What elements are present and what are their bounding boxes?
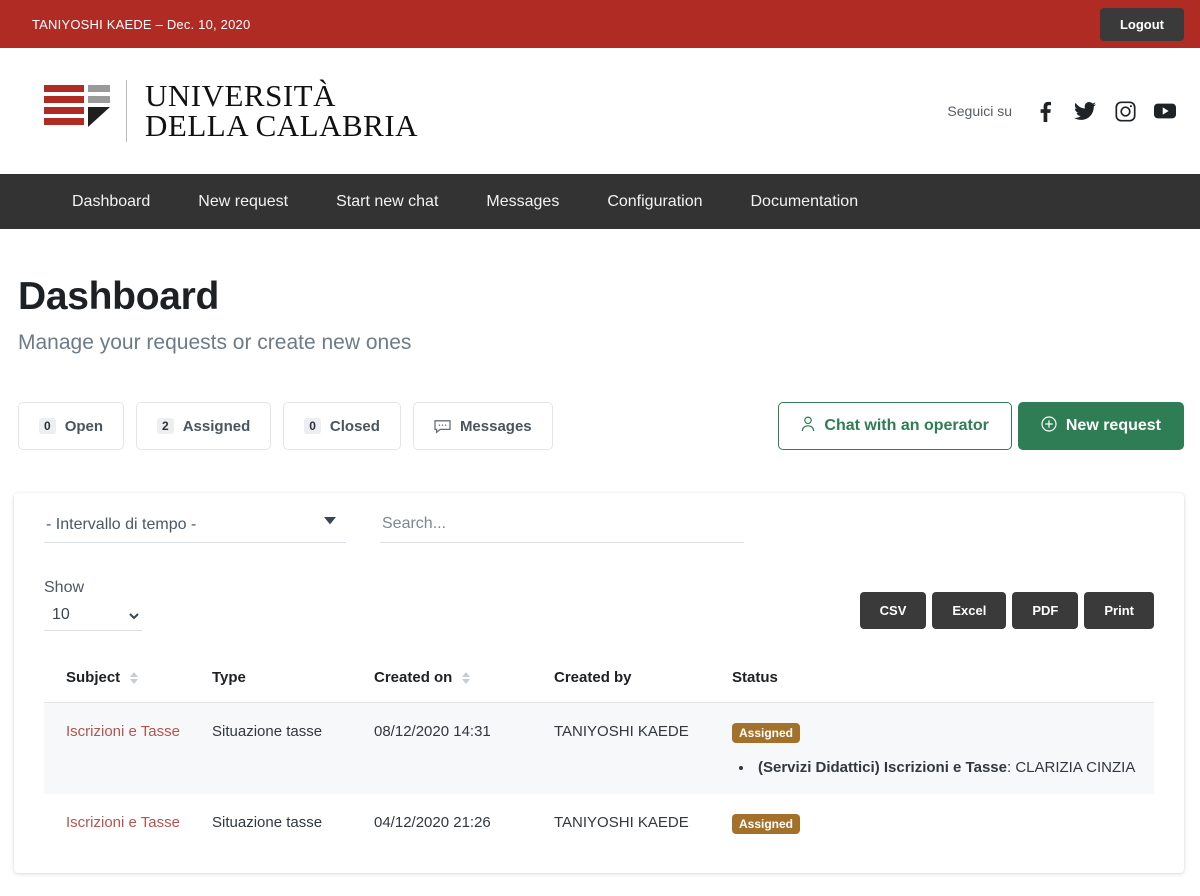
top-bar: TANIYOSHI KAEDE – Dec. 10, 2020 Logout [0,0,1200,48]
logout-button[interactable]: Logout [1099,8,1184,41]
nav-item-start-new-chat[interactable]: Start new chat [312,174,462,229]
export-excel-button[interactable]: Excel [932,592,1007,629]
facebook-icon[interactable] [1034,100,1056,122]
unical-mark-icon [44,85,110,127]
requests-table: Subject Type Created on Created by Statu… [44,655,1154,852]
export-csv-button[interactable]: CSV [859,592,927,629]
nav-item-new-request[interactable]: New request [174,174,312,229]
table-filter-row: - Intervallo di tempo - [44,515,1154,543]
page-title: Dashboard [18,275,220,318]
time-range-select-wrap: - Intervallo di tempo - [44,516,346,543]
primary-actions: Chat with an operator New request [778,402,1184,450]
main-navigation: Dashboard New request Start new chat Mes… [0,174,1200,229]
column-header-created-by-label: Created by [554,669,632,686]
chat-bubble-icon [434,419,451,434]
column-header-created-on[interactable]: Created on [374,655,554,703]
brand-wordmark: UNIVERSITÀ DELLA CALABRIA [145,77,419,143]
status-badge: Assigned [732,723,801,743]
export-button-group: CSV Excel PDF Print [859,592,1154,629]
cell-created-on: 04/12/2020 21:26 [374,814,491,831]
requests-table-body: Iscrizioni e Tasse Situazione tasse 08/1… [44,702,1154,853]
requests-card: - Intervallo di tempo - Show 10 CSV Exce… [14,493,1184,873]
plus-circle-icon [1041,415,1057,437]
column-header-status-label: Status [732,669,778,686]
table-header-row: Subject Type Created on Created by Statu… [44,655,1154,703]
request-subject-link[interactable]: Iscrizioni e Tasse [66,814,180,831]
brand-line-1: UNIVERSITÀ [145,77,336,113]
assignee-name: : CLARIZIA CINZIA [1006,759,1136,776]
status-filter-closed-label: Closed [329,417,380,435]
cell-type: Situazione tasse [212,702,374,794]
brand-divider [126,80,127,142]
status-filter-open[interactable]: 0 Open [18,402,125,450]
requests-table-head: Subject Type Created on Created by Statu… [44,655,1154,703]
table-controls-row: Show 10 CSV Excel PDF Print [44,579,1154,631]
closed-count-badge: 0 [304,418,321,434]
cell-subject: Iscrizioni e Tasse [44,794,212,852]
university-logo[interactable]: UNIVERSITÀ DELLA CALABRIA [44,80,418,142]
column-header-subject-label: Subject [66,669,121,686]
request-subject-link[interactable]: Iscrizioni e Tasse [66,723,180,740]
cell-created-by: TANIYOSHI KAEDE [554,814,689,831]
status-filter-messages-label: Messages [459,417,532,435]
cell-status: Assigned (Servizi Didattici) Iscrizioni … [732,702,1154,794]
sort-toggle-subject[interactable] [130,671,139,684]
assignee-list: (Servizi Didattici) Iscrizioni e Tasse: … [754,759,1154,776]
export-pdf-button[interactable]: PDF [1012,592,1079,629]
brand-header: UNIVERSITÀ DELLA CALABRIA Seguici su [0,48,1200,174]
youtube-icon[interactable] [1154,100,1176,122]
page-length-select[interactable]: 10 [44,601,142,631]
person-icon [801,416,815,437]
nav-item-documentation[interactable]: Documentation [726,174,882,229]
status-filter-messages[interactable]: Messages [412,402,553,450]
cell-created-on: 08/12/2020 14:31 [374,702,554,794]
status-filter-assigned[interactable]: 2 Assigned [136,402,272,450]
cell-type: Situazione tasse [212,814,323,831]
new-request-label: New request [1065,417,1161,434]
new-request-button[interactable]: New request [1017,402,1184,450]
column-header-type-label: Type [212,669,246,686]
time-range-select[interactable]: - Intervallo di tempo - [44,516,346,543]
brand-line-2: DELLA CALABRIA [145,108,419,143]
column-header-type[interactable]: Type [212,655,374,703]
assignee-list-item: (Servizi Didattici) Iscrizioni e Tasse: … [754,759,1154,776]
print-button[interactable]: Print [1084,592,1154,629]
assigned-count-badge: 2 [157,418,174,434]
nav-item-configuration[interactable]: Configuration [583,174,726,229]
twitter-icon[interactable] [1074,100,1096,122]
cell-created-by: TANIYOSHI KAEDE [554,702,732,794]
chat-with-operator-label: Chat with an operator [824,417,989,434]
chat-with-operator-button[interactable]: Chat with an operator [778,402,1012,450]
page-length-control: Show 10 [44,579,142,631]
status-badge: Assigned [732,814,801,834]
search-input[interactable] [380,515,744,543]
column-header-status[interactable]: Status [732,655,1154,703]
sort-toggle-created-on[interactable] [462,671,471,684]
dashboard-action-row: 0 Open 2 Assigned 0 Closed Messages Chat… [18,402,1184,450]
social-follow-label: Seguici su [947,103,1012,119]
table-row[interactable]: Iscrizioni e Tasse Situazione tasse 08/1… [44,702,1154,794]
status-filter-open-label: Open [64,417,104,435]
nav-item-messages[interactable]: Messages [462,174,583,229]
status-filter-group: 0 Open 2 Assigned 0 Closed Messages [18,402,553,450]
social-links: Seguici su [947,100,1176,122]
column-header-created-by[interactable]: Created by [554,655,732,703]
page-header: Dashboard Manage your requests or create… [0,229,1200,355]
status-filter-assigned-label: Assigned [182,417,251,435]
instagram-icon[interactable] [1114,100,1136,122]
table-row[interactable]: Iscrizioni e Tasse Situazione tasse 04/1… [44,794,1154,852]
open-count-badge: 0 [39,418,56,434]
status-filter-closed[interactable]: 0 Closed [283,402,401,450]
current-user-label: TANIYOSHI KAEDE – Dec. 10, 2020 [32,16,251,32]
assignee-office: (Servizi Didattici) Iscrizioni e Tasse [758,759,1007,776]
nav-item-dashboard[interactable]: Dashboard [48,174,174,229]
page-subtitle: Manage your requests or create new ones [18,331,412,354]
cell-subject: Iscrizioni e Tasse [44,702,212,794]
cell-status: Assigned [732,794,1154,852]
column-header-created-on-label: Created on [374,669,453,686]
show-label: Show [44,579,85,596]
column-header-subject[interactable]: Subject [44,655,212,703]
